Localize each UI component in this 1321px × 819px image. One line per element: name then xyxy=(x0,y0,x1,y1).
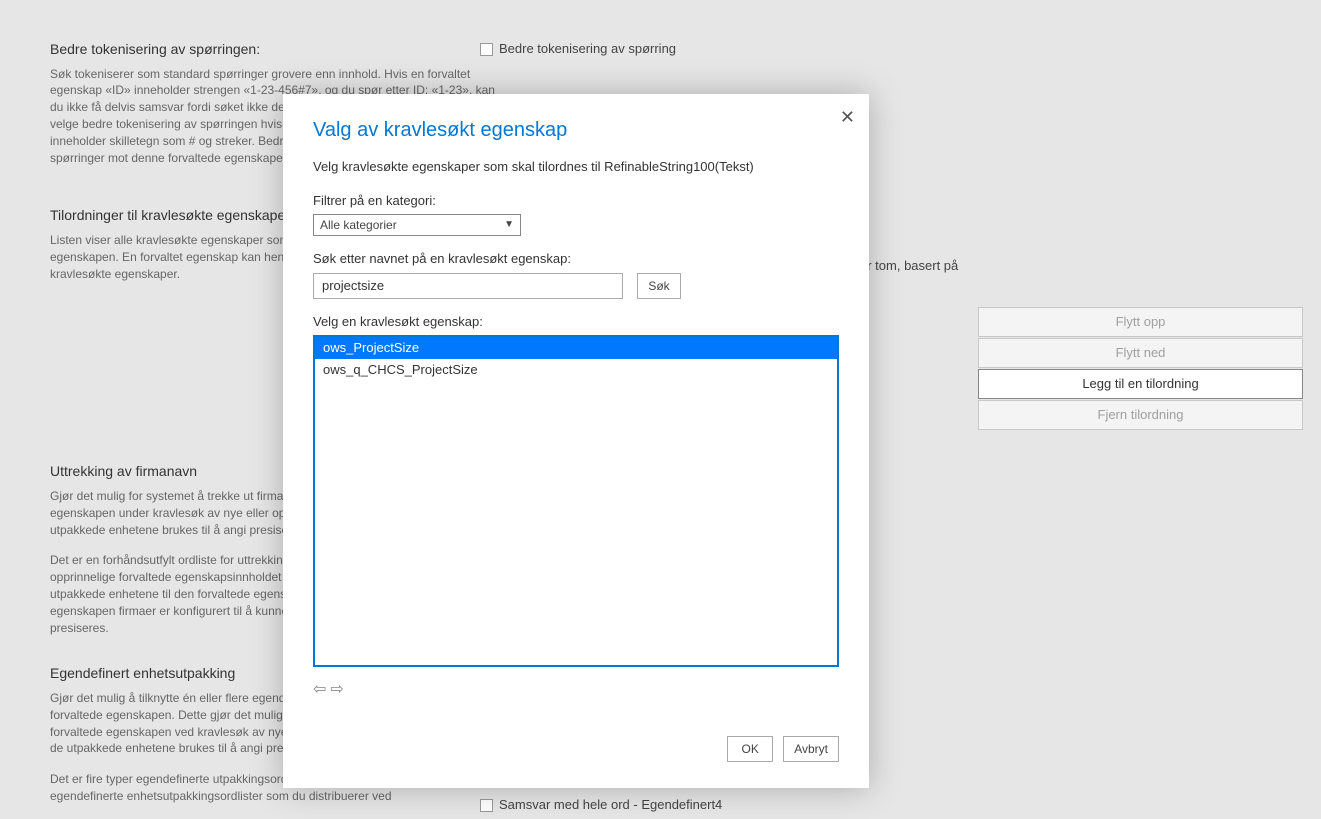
crawled-property-listbox[interactable]: ows_ProjectSize ows_q_CHCS_ProjectSize xyxy=(313,335,839,667)
category-filter-select[interactable]: Alle kategorier ▼ xyxy=(313,214,521,236)
search-input[interactable] xyxy=(313,273,623,299)
whole-word-checkbox-row[interactable]: Samsvar med hele ord - Egendefinert4 xyxy=(480,796,722,814)
crawled-property-picker-dialog: ✕ Valg av kravlesøkt egenskap Velg kravl… xyxy=(283,94,869,788)
section1-title: Bedre tokenisering av spørringen: xyxy=(50,40,510,60)
cancel-button[interactable]: Avbryt xyxy=(783,736,839,762)
category-filter-label: Filtrer på en kategori: xyxy=(313,192,839,210)
move-up-button[interactable]: Flytt opp xyxy=(978,307,1303,337)
whole-word-label: Samsvar med hele ord - Egendefinert4 xyxy=(499,796,722,814)
add-mapping-button[interactable]: Legg til en tilordning xyxy=(978,369,1303,399)
checkbox-icon[interactable] xyxy=(480,43,493,56)
better-tokenization-label: Bedre tokenisering av spørring xyxy=(499,40,676,58)
category-filter-value: Alle kategorier xyxy=(320,217,397,234)
list-item[interactable]: ows_ProjectSize xyxy=(315,337,837,359)
ok-button[interactable]: OK xyxy=(727,736,773,762)
search-button[interactable]: Søk xyxy=(637,273,681,299)
dialog-instruction: Velg kravlesøkte egenskaper som skal til… xyxy=(313,158,839,176)
chevron-down-icon: ▼ xyxy=(504,218,514,232)
list-label: Velg en kravlesøkt egenskap: xyxy=(313,313,839,331)
close-icon[interactable]: ✕ xyxy=(840,108,855,126)
dialog-title: Valg av kravlesøkt egenskap xyxy=(313,116,839,144)
move-down-button[interactable]: Flytt ned xyxy=(978,338,1303,368)
page-prev-icon[interactable]: ⇦ xyxy=(313,679,326,701)
truncated-content-text: er tom, basert på xyxy=(860,257,958,275)
search-label: Søk etter navnet på en kravlesøkt egensk… xyxy=(313,250,839,268)
checkbox-icon[interactable] xyxy=(480,799,493,812)
remove-mapping-button[interactable]: Fjern tilordning xyxy=(978,400,1303,430)
better-tokenization-checkbox-row[interactable]: Bedre tokenisering av spørring xyxy=(480,40,1300,58)
page-next-icon[interactable]: ⇨ xyxy=(330,679,343,701)
list-item[interactable]: ows_q_CHCS_ProjectSize xyxy=(315,359,837,381)
